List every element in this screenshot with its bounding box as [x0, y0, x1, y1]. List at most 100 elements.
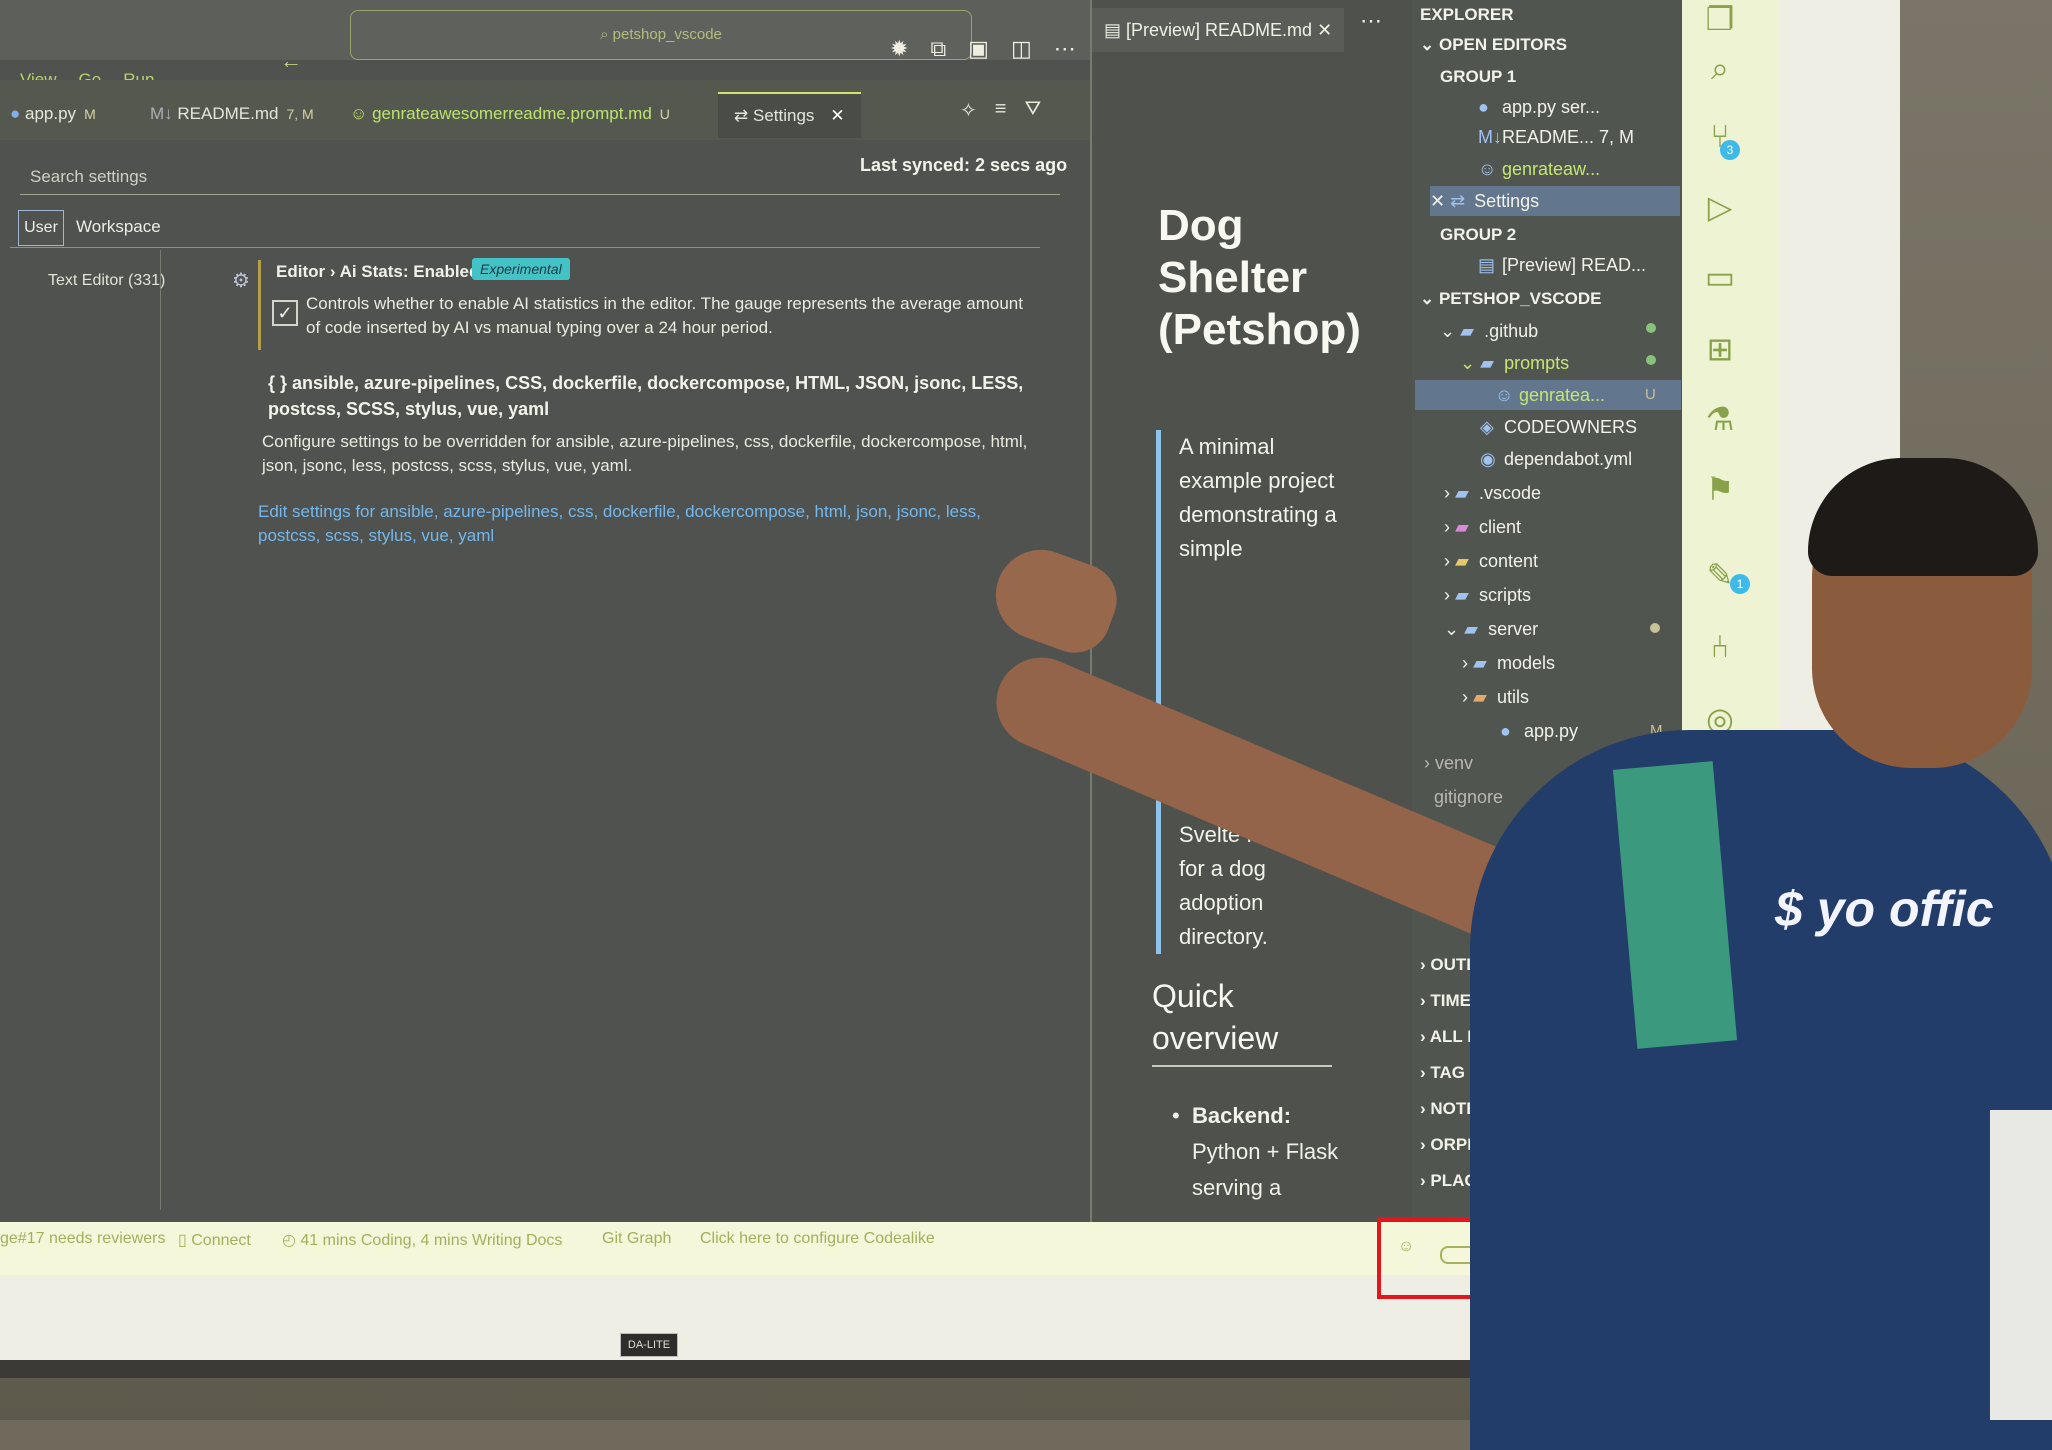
- preview-icon[interactable]: ▣: [968, 36, 989, 62]
- project-section[interactable]: ⌄ PETSHOP_VSCODE: [1420, 284, 1601, 314]
- open-changes-icon[interactable]: ⧉: [930, 36, 946, 62]
- copilot-icon: ☺: [1478, 159, 1497, 179]
- file-dependabot[interactable]: ◉ dependabot.yml: [1480, 444, 1632, 474]
- open-editor-preview[interactable]: ▤ [Preview] READ...: [1478, 250, 1646, 280]
- file-prompt[interactable]: ☺ genratea... U: [1415, 380, 1681, 410]
- markdown-icon: M↓: [150, 104, 173, 123]
- preview-icon: ▤: [1104, 20, 1127, 40]
- clear-filter-icon[interactable]: ≡: [995, 98, 1007, 123]
- run-debug-icon[interactable]: ▷: [1700, 188, 1740, 228]
- folder-venv[interactable]: › venv: [1424, 748, 1473, 778]
- last-synced-label: Last synced: 2 secs ago: [860, 155, 1068, 175]
- preview-icon: ▤: [1478, 255, 1496, 275]
- command-center[interactable]: ⌕ petshop_vscode: [350, 10, 972, 60]
- clock-icon: ◴: [282, 1232, 301, 1249]
- folder-icon: ▰: [1455, 483, 1469, 503]
- git-status-dot: [1646, 323, 1656, 333]
- status-connect[interactable]: ▯ Connect: [178, 1230, 251, 1250]
- readme-heading: Dog Shelter (Petshop): [1158, 201, 1361, 354]
- blockquote-text-top: A minimal example project demonstrating …: [1179, 434, 1337, 561]
- plug-icon: ▯: [178, 1232, 192, 1249]
- folder-icon: ▰: [1455, 585, 1469, 605]
- scope-divider: [10, 247, 1040, 248]
- gear-icon[interactable]: ⚙: [232, 268, 250, 293]
- language-override-description: Configure settings to be overridden for …: [262, 432, 1028, 475]
- scope-workspace-tab[interactable]: Workspace: [76, 210, 161, 244]
- files-icon[interactable]: ❐: [1700, 0, 1740, 40]
- group2-label: GROUP 2: [1440, 225, 1517, 244]
- status-coding-time[interactable]: ◴ 41 mins Coding, 4 mins Writing Docs: [282, 1230, 562, 1250]
- back-arrow-icon[interactable]: ←: [280, 48, 302, 74]
- folder-content[interactable]: › ▰ content: [1444, 546, 1538, 576]
- quick-overview-heading: Quick overview: [1152, 975, 1332, 1067]
- close-icon[interactable]: ✕: [1317, 20, 1332, 40]
- close-icon[interactable]: ✕: [830, 106, 844, 125]
- status-git-graph[interactable]: Git Graph: [602, 1230, 671, 1248]
- source-control-badge: 3: [1720, 140, 1740, 160]
- tab-prompt[interactable]: ☺ genrateawesomerreadme.prompt.md U: [350, 92, 670, 136]
- folder-prompts[interactable]: ⌄ ▰ prompts: [1460, 348, 1569, 378]
- folder-server[interactable]: ⌄ ▰ server: [1444, 614, 1538, 644]
- testing-icon[interactable]: ⚗: [1700, 400, 1740, 440]
- more-actions-icon[interactable]: ⋯: [1054, 36, 1076, 62]
- markdown-icon: M↓: [1478, 127, 1502, 147]
- edit-settings-link[interactable]: Edit settings for ansible, azure-pipelin…: [258, 500, 1038, 548]
- folder-client[interactable]: › ▰ client: [1444, 512, 1521, 542]
- open-editor-settings[interactable]: ✕ ⇄ Settings: [1430, 186, 1680, 216]
- settings-icon: ⇄: [734, 106, 749, 125]
- remote-explorer-icon[interactable]: ▭: [1700, 258, 1740, 298]
- file-codeowners[interactable]: ◈ CODEOWNERS: [1480, 412, 1637, 442]
- split-editor-icon[interactable]: ◫: [1011, 36, 1032, 62]
- tab-readme[interactable]: M↓ README.md 7, M: [150, 92, 314, 136]
- python-icon: ●: [1478, 97, 1489, 117]
- file-gitignore[interactable]: gitignore: [1434, 782, 1503, 812]
- folder-icon: ▰: [1460, 321, 1474, 341]
- shirt-print: $ yo offic: [1775, 881, 1994, 937]
- open-editor-prompt[interactable]: ☺genrateaw...U: [1478, 154, 1711, 184]
- experimental-badge: Experimental: [472, 258, 570, 280]
- tab-preview-readme[interactable]: ▤ [Preview] README.md ✕: [1092, 8, 1345, 52]
- sparkle-icon[interactable]: ✹: [890, 36, 908, 62]
- copilot-icon: ☺: [1495, 385, 1514, 405]
- python-icon: ●: [1500, 721, 1511, 741]
- open-editor-readme[interactable]: M↓README... 7, M: [1478, 122, 1634, 152]
- folder-models[interactable]: › ▰ models: [1462, 648, 1555, 678]
- open-editors-section[interactable]: ⌄ OPEN EDITORS: [1420, 30, 1567, 60]
- folder-vscode[interactable]: › ▰ .vscode: [1444, 478, 1541, 508]
- bullet-dot: •: [1172, 1103, 1180, 1128]
- open-editor-app-py[interactable]: ●app.py ser...M: [1478, 92, 1713, 122]
- status-pr[interactable]: ge#17 needs reviewers: [0, 1230, 165, 1248]
- group1-label: GROUP 1: [1440, 67, 1517, 86]
- folder-scripts[interactable]: › ▰ scripts: [1444, 580, 1531, 610]
- extensions-icon[interactable]: ⊞: [1700, 330, 1740, 370]
- search-icon[interactable]: ⌕: [1700, 50, 1740, 90]
- git-status-dot: [1646, 355, 1656, 365]
- tab-app-py[interactable]: ● app.py M: [10, 92, 96, 136]
- more-actions-icon[interactable]: ⋯: [1360, 8, 1382, 34]
- close-icon[interactable]: ✕: [1430, 191, 1450, 211]
- ai-stats-checkbox[interactable]: ✓: [272, 300, 298, 326]
- robot-icon: ◉: [1480, 449, 1496, 469]
- git-status-dot: [1650, 623, 1660, 633]
- shield-icon: ◈: [1480, 417, 1494, 437]
- folder-utils[interactable]: › ▰ utils: [1462, 682, 1529, 712]
- editor-toolbar: ✹ ⧉ ▣ ◫ ⋯: [890, 36, 1076, 62]
- tab-settings[interactable]: ⇄ Settings ✕: [718, 92, 861, 138]
- ai-stats-title: Editor › Ai Stats: Enabled: [276, 262, 480, 281]
- search-icon: ⌕: [600, 26, 613, 43]
- git-graph-icon[interactable]: ⑃: [1700, 628, 1740, 668]
- ai-stats-description: Controls whether to enable AI statistics…: [306, 294, 1023, 337]
- screen-brand-label: DA-LITE: [620, 1333, 678, 1357]
- file-server-app-py[interactable]: ● app.py M: [1500, 716, 1663, 746]
- bullet-backend: • Backend: Python + Flask serving a: [1172, 1098, 1342, 1206]
- scope-user-tab[interactable]: User: [18, 210, 64, 246]
- toc-item-text-editor[interactable]: Text Editor (331): [48, 272, 165, 290]
- folder-github[interactable]: ⌄ ▰ .github: [1440, 316, 1538, 346]
- status-codealike[interactable]: Click here to configure Codealike: [700, 1230, 935, 1248]
- bookmark-icon[interactable]: ⚑: [1700, 470, 1740, 510]
- folder-icon: ▰: [1473, 653, 1487, 673]
- python-icon: ●: [10, 104, 21, 123]
- sparkle-search-icon[interactable]: ✧: [960, 98, 977, 123]
- presenter-shirt: [1470, 730, 2052, 1450]
- filter-icon[interactable]: ⛛: [1024, 98, 1041, 123]
